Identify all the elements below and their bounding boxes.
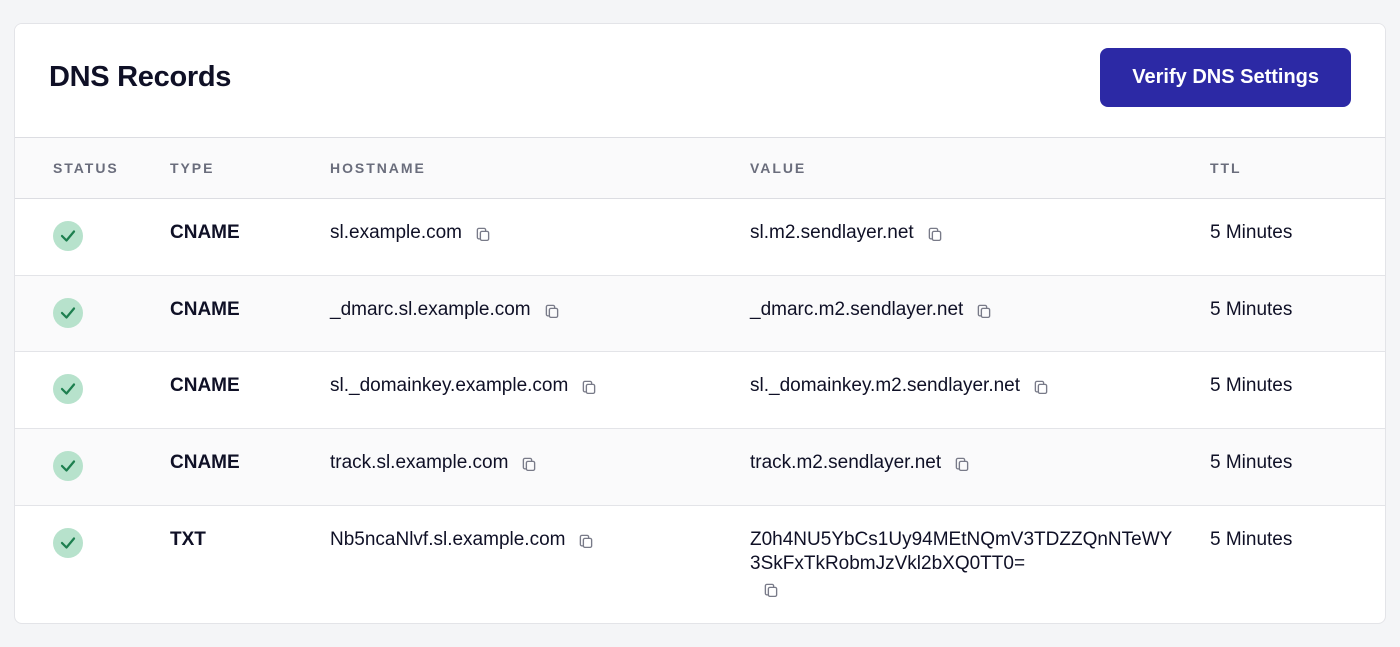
- record-value: Z0h4NU5YbCs1Uy94MEtNQmV3TDZZQnNTeWY3SkFx…: [750, 528, 1180, 577]
- copy-value-button[interactable]: [924, 223, 946, 245]
- value-cell: _dmarc.m2.sendlayer.net: [750, 275, 1210, 352]
- record-ttl: 5 Minutes: [1210, 375, 1292, 396]
- status-verified-badge: [53, 374, 83, 404]
- type-cell: CNAME: [170, 429, 330, 506]
- record-hostname: _dmarc.sl.example.com: [330, 298, 531, 323]
- hostname-cell: sl.example.com: [330, 198, 750, 275]
- ttl-cell: 5 Minutes: [1210, 198, 1385, 275]
- copy-hostname-button[interactable]: [518, 453, 540, 475]
- record-hostname: Nb5ncaNlvf.sl.example.com: [330, 528, 565, 553]
- check-icon: [59, 304, 77, 322]
- type-cell: CNAME: [170, 352, 330, 429]
- copy-icon: [762, 581, 780, 599]
- copy-icon: [580, 378, 598, 396]
- record-type: CNAME: [170, 299, 240, 320]
- record-ttl: 5 Minutes: [1210, 529, 1292, 550]
- hostname-cell: Nb5ncaNlvf.sl.example.com: [330, 505, 750, 623]
- copy-icon: [520, 455, 538, 473]
- value-cell: sl.m2.sendlayer.net: [750, 198, 1210, 275]
- copy-hostname-button[interactable]: [575, 530, 597, 552]
- check-icon: [59, 534, 77, 552]
- table-row: TXT Nb5ncaNlvf.sl.example.com Z0h4NU5YbC…: [15, 505, 1385, 623]
- record-hostname: sl.example.com: [330, 221, 462, 246]
- record-value: track.m2.sendlayer.net: [750, 451, 941, 476]
- record-value: _dmarc.m2.sendlayer.net: [750, 298, 963, 323]
- ttl-cell: 5 Minutes: [1210, 429, 1385, 506]
- type-cell: CNAME: [170, 198, 330, 275]
- status-verified-badge: [53, 528, 83, 558]
- copy-value-button[interactable]: [760, 579, 782, 601]
- record-type: TXT: [170, 529, 206, 550]
- status-verified-badge: [53, 298, 83, 328]
- record-hostname: track.sl.example.com: [330, 451, 508, 476]
- dns-records-panel: DNS Records Verify DNS Settings STATUS T…: [14, 23, 1386, 624]
- dns-records-table: STATUS TYPE HOSTNAME VALUE TTL CNAME sl.…: [15, 137, 1385, 623]
- record-ttl: 5 Minutes: [1210, 452, 1292, 473]
- type-cell: TXT: [170, 505, 330, 623]
- record-hostname: sl._domainkey.example.com: [330, 374, 568, 399]
- record-value: sl._domainkey.m2.sendlayer.net: [750, 374, 1020, 399]
- hostname-cell: sl._domainkey.example.com: [330, 352, 750, 429]
- copy-icon: [577, 532, 595, 550]
- check-icon: [59, 380, 77, 398]
- copy-icon: [543, 302, 561, 320]
- ttl-cell: 5 Minutes: [1210, 352, 1385, 429]
- verify-dns-button[interactable]: Verify DNS Settings: [1100, 48, 1351, 107]
- copy-icon: [926, 225, 944, 243]
- copy-value-button[interactable]: [951, 453, 973, 475]
- col-header-value: VALUE: [750, 137, 1210, 198]
- copy-value-button[interactable]: [973, 300, 995, 322]
- value-cell: track.m2.sendlayer.net: [750, 429, 1210, 506]
- table-row: CNAME sl._domainkey.example.com sl._doma…: [15, 352, 1385, 429]
- status-verified-badge: [53, 451, 83, 481]
- col-header-type: TYPE: [170, 137, 330, 198]
- copy-icon: [474, 225, 492, 243]
- table-header-row: STATUS TYPE HOSTNAME VALUE TTL: [15, 137, 1385, 198]
- copy-icon: [953, 455, 971, 473]
- status-cell: [15, 429, 170, 506]
- record-type: CNAME: [170, 452, 240, 473]
- ttl-cell: 5 Minutes: [1210, 505, 1385, 623]
- record-ttl: 5 Minutes: [1210, 222, 1292, 243]
- record-type: CNAME: [170, 222, 240, 243]
- panel-header: DNS Records Verify DNS Settings: [15, 24, 1385, 137]
- col-header-status: STATUS: [15, 137, 170, 198]
- copy-icon: [1032, 378, 1050, 396]
- record-type: CNAME: [170, 375, 240, 396]
- col-header-ttl: TTL: [1210, 137, 1385, 198]
- status-verified-badge: [53, 221, 83, 251]
- copy-hostname-button[interactable]: [578, 376, 600, 398]
- check-icon: [59, 227, 77, 245]
- copy-value-button[interactable]: [1030, 376, 1052, 398]
- status-cell: [15, 198, 170, 275]
- value-cell: Z0h4NU5YbCs1Uy94MEtNQmV3TDZZQnNTeWY3SkFx…: [750, 505, 1210, 623]
- check-icon: [59, 457, 77, 475]
- hostname-cell: track.sl.example.com: [330, 429, 750, 506]
- type-cell: CNAME: [170, 275, 330, 352]
- copy-hostname-button[interactable]: [541, 300, 563, 322]
- status-cell: [15, 505, 170, 623]
- hostname-cell: _dmarc.sl.example.com: [330, 275, 750, 352]
- table-row: CNAME _dmarc.sl.example.com _dmarc.m2.se…: [15, 275, 1385, 352]
- table-row: CNAME track.sl.example.com track.m2.send…: [15, 429, 1385, 506]
- record-ttl: 5 Minutes: [1210, 299, 1292, 320]
- copy-icon: [975, 302, 993, 320]
- panel-title: DNS Records: [49, 61, 231, 94]
- table-row: CNAME sl.example.com sl.m2.sendlayer.net…: [15, 198, 1385, 275]
- status-cell: [15, 275, 170, 352]
- copy-hostname-button[interactable]: [472, 223, 494, 245]
- col-header-hostname: HOSTNAME: [330, 137, 750, 198]
- value-cell: sl._domainkey.m2.sendlayer.net: [750, 352, 1210, 429]
- ttl-cell: 5 Minutes: [1210, 275, 1385, 352]
- status-cell: [15, 352, 170, 429]
- record-value: sl.m2.sendlayer.net: [750, 221, 914, 246]
